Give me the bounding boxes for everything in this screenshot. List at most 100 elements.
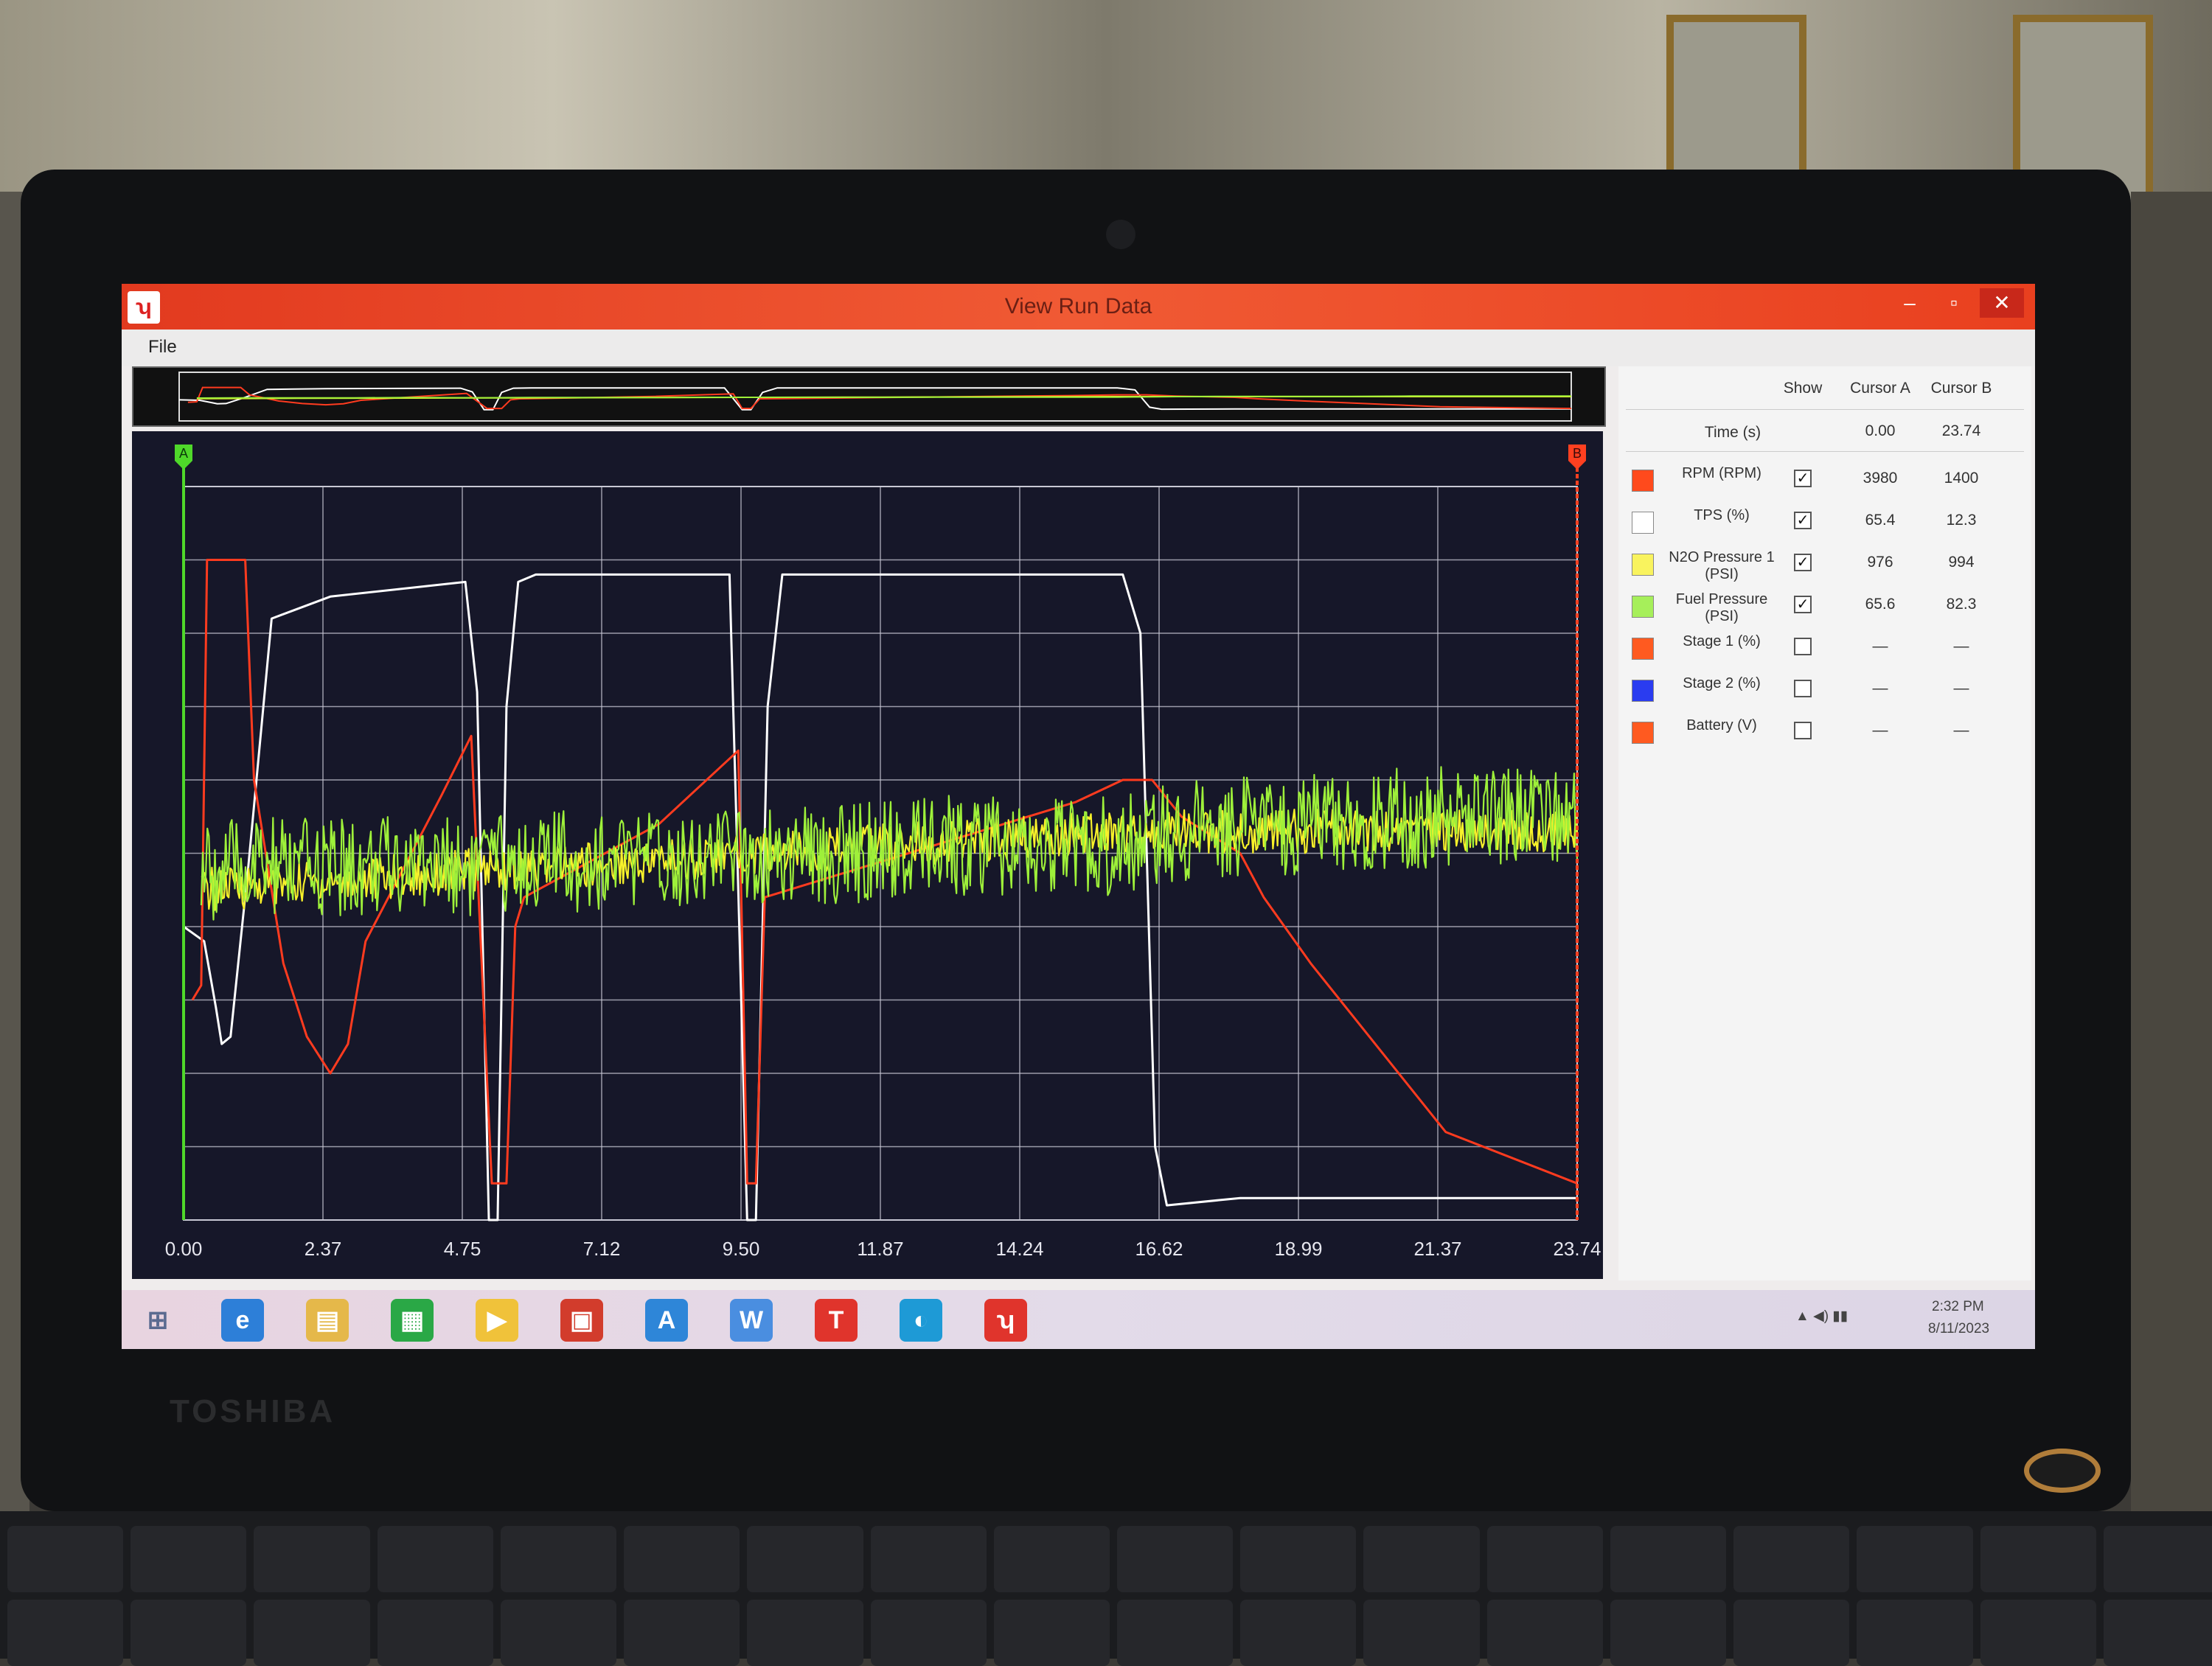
cursor-b-label: B — [1573, 446, 1582, 461]
channel-cursor-a-value: 65.4 — [1865, 512, 1896, 529]
key[interactable] — [1486, 1600, 1603, 1666]
key[interactable] — [624, 1600, 740, 1666]
channel-color-swatch[interactable] — [1632, 554, 1654, 576]
media-icon[interactable]: ▶ — [476, 1299, 518, 1342]
minimize-icon[interactable]: – — [1888, 288, 1932, 318]
store-icon[interactable]: ▦ — [391, 1299, 434, 1342]
tray-icons[interactable]: ▲ ◀) ▮▮ — [1795, 1308, 1848, 1325]
channel-cursor-b-value: — — [1953, 722, 1969, 739]
edge-icon[interactable]: ◐ — [900, 1299, 942, 1342]
key[interactable] — [747, 1600, 863, 1666]
internet-explorer-icon[interactable]: e — [221, 1299, 264, 1342]
key[interactable] — [1857, 1526, 1973, 1592]
main-chart[interactable]: A B 0.00 2.37 4.75 7.12 9.50 11.87 14.24 16.62 18… — [132, 431, 1603, 1279]
x-tick-label: 16.62 — [1135, 1238, 1183, 1260]
header-cursor-a: Cursor A — [1850, 380, 1910, 397]
key[interactable] — [1733, 1526, 1850, 1592]
key[interactable] — [1116, 1526, 1234, 1592]
channel-show-checkbox[interactable] — [1794, 722, 1812, 739]
room-edge — [2131, 192, 2212, 1519]
keyboard — [0, 1511, 2212, 1666]
keyboard-row — [0, 1526, 2212, 1592]
channel-label: Stage 1 (%) — [1683, 633, 1761, 649]
windows-start-icon[interactable]: ⊞ — [136, 1299, 179, 1342]
key[interactable] — [1486, 1526, 1603, 1592]
key[interactable] — [1980, 1526, 2096, 1592]
nx-app-icon[interactable]: ʮ — [984, 1299, 1027, 1342]
channel-cursor-b-value: — — [1953, 680, 1969, 697]
key[interactable] — [1610, 1526, 1727, 1592]
key[interactable] — [377, 1600, 493, 1666]
key[interactable] — [2103, 1526, 2212, 1592]
key[interactable] — [254, 1526, 370, 1592]
file-explorer-icon[interactable]: ▤ — [306, 1299, 349, 1342]
cursor-a-label: A — [179, 446, 188, 461]
channel-show-checkbox[interactable] — [1794, 680, 1812, 697]
time-cursor-a: 0.00 — [1865, 422, 1896, 439]
key[interactable] — [1363, 1600, 1480, 1666]
channel-cursor-b-value: 994 — [1948, 554, 1975, 571]
key[interactable] — [1363, 1526, 1480, 1592]
channel-cursor-a-value: — — [1872, 680, 1888, 697]
overview-lines — [178, 386, 1572, 411]
channel-color-swatch[interactable] — [1632, 470, 1654, 492]
clock-date[interactable]: 8/11/2023 — [1928, 1321, 1989, 1337]
x-tick-label: 4.75 — [444, 1238, 481, 1260]
power-button[interactable] — [2024, 1449, 2101, 1493]
channel-color-swatch[interactable] — [1632, 680, 1654, 702]
channel-show-checkbox[interactable] — [1794, 638, 1812, 655]
channel-cursor-b-value: — — [1953, 638, 1969, 655]
key[interactable] — [500, 1526, 617, 1592]
word-icon[interactable]: W — [730, 1299, 773, 1342]
key[interactable] — [254, 1600, 370, 1666]
key[interactable] — [870, 1526, 987, 1592]
app-t-icon[interactable]: T — [815, 1299, 858, 1342]
maximize-icon[interactable]: ▫ — [1932, 288, 1976, 318]
channel-show-checkbox[interactable]: ✓ — [1794, 554, 1812, 571]
channel-label: RPM (RPM) — [1682, 465, 1761, 481]
key[interactable] — [870, 1600, 987, 1666]
channel-show-checkbox[interactable]: ✓ — [1794, 512, 1812, 529]
close-icon[interactable]: ✕ — [1980, 288, 2024, 318]
key[interactable] — [1116, 1600, 1234, 1666]
key[interactable] — [1857, 1600, 1973, 1666]
channel-cursor-b-value: 1400 — [1944, 470, 1979, 487]
channel-panel: Show Cursor A Cursor B Time (s) 0.00 23.… — [1618, 366, 2031, 1280]
key[interactable] — [1240, 1526, 1357, 1592]
key[interactable] — [7, 1600, 124, 1666]
taskbar: ⊞ e ▤ ▦ ▶ ▣ A W T ◐ ʮ ▲ ◀) ▮▮ 2:32 PM 8/11/2023 — [122, 1290, 2035, 1349]
key[interactable] — [2103, 1600, 2212, 1666]
app-red-icon[interactable]: ▣ — [560, 1299, 603, 1342]
key[interactable] — [1610, 1600, 1727, 1666]
series-line-4 — [200, 766, 1579, 921]
key[interactable] — [131, 1600, 247, 1666]
window-titlebar[interactable]: ʮ View Run Data – ▫ ✕ — [122, 284, 2035, 330]
key[interactable] — [377, 1526, 493, 1592]
channel-cursor-a-value: — — [1872, 638, 1888, 655]
channel-color-swatch[interactable] — [1632, 596, 1654, 618]
channel-show-checkbox[interactable]: ✓ — [1794, 596, 1812, 613]
channel-cursor-a-value: — — [1872, 722, 1888, 739]
key[interactable] — [1980, 1600, 2096, 1666]
key[interactable] — [993, 1526, 1110, 1592]
key[interactable] — [993, 1600, 1110, 1666]
menu-file[interactable]: File — [148, 337, 177, 358]
key[interactable] — [1733, 1600, 1850, 1666]
x-tick-label: 21.37 — [1413, 1238, 1461, 1260]
channel-color-swatch[interactable] — [1632, 512, 1654, 534]
key[interactable] — [624, 1526, 740, 1592]
app-blue-icon[interactable]: A — [645, 1299, 688, 1342]
channel-show-checkbox[interactable]: ✓ — [1794, 470, 1812, 487]
channel-cursor-b-value: 12.3 — [1946, 512, 1977, 529]
key[interactable] — [747, 1526, 863, 1592]
overview-strip[interactable] — [132, 366, 1606, 427]
channel-label: Stage 2 (%) — [1683, 675, 1761, 691]
key[interactable] — [7, 1526, 124, 1592]
key[interactable] — [131, 1526, 247, 1592]
key[interactable] — [1240, 1600, 1357, 1666]
channel-color-swatch[interactable] — [1632, 638, 1654, 660]
clock-time[interactable]: 2:32 PM — [1932, 1299, 1984, 1315]
key[interactable] — [500, 1600, 617, 1666]
menu-bar: File — [122, 330, 2035, 366]
channel-color-swatch[interactable] — [1632, 722, 1654, 744]
